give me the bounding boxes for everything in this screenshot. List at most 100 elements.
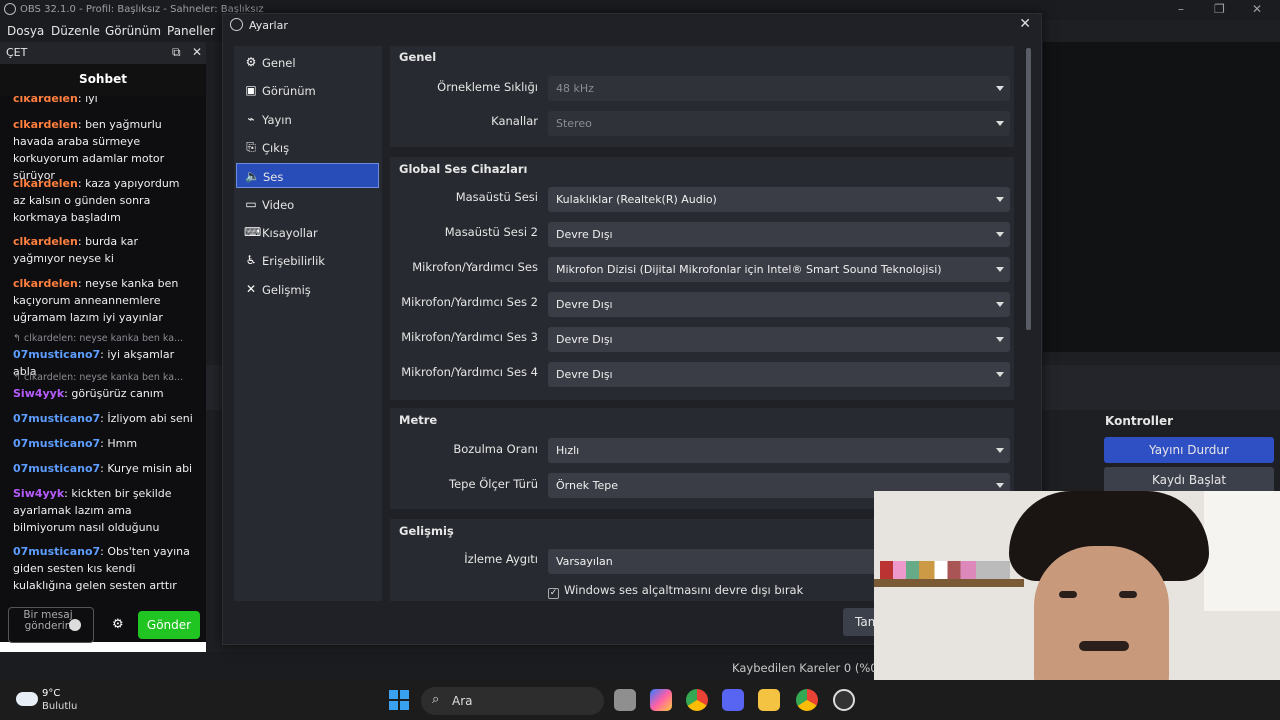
obs-taskbar-icon[interactable]: [833, 689, 855, 711]
chrome-icon[interactable]: [686, 689, 708, 711]
chevron-down-icon: [996, 197, 1004, 202]
maximize-icon[interactable]: ❐: [1214, 2, 1225, 16]
discord-icon[interactable]: [722, 689, 744, 711]
gear-icon: ⚙: [245, 55, 257, 69]
taskbar: 9°C Bulutlu ⌕ Ara: [0, 680, 1280, 720]
windows-start-icon[interactable]: [389, 690, 409, 710]
float-icon[interactable]: ⧉: [172, 45, 181, 60]
nav-item-gelismis[interactable]: ✕ Gelişmiş: [236, 277, 379, 302]
chat-username[interactable]: 07musticano7: [13, 412, 100, 425]
chat-text: Hmm: [107, 437, 138, 450]
mic-aux-select[interactable]: Mikrofon Dizisi (Dijital Mikrofonlar içi…: [548, 257, 1010, 282]
chat-username[interactable]: Siw4yyk: [13, 487, 64, 500]
menu-gorunum[interactable]: Görünüm: [105, 24, 161, 38]
obs-menubar: Dosya Düzenle Görünüm Paneller: [0, 20, 230, 42]
mic-aux-2-select[interactable]: Devre Dışı: [548, 292, 1010, 317]
chat-dock-titlebar: ÇET ⧉ ✕: [0, 42, 206, 64]
stop-stream-button[interactable]: Yayını Durdur: [1104, 437, 1274, 463]
select-value: Varsayılan: [556, 555, 613, 568]
obs-logo-icon: [4, 3, 16, 15]
controls-dock: Kontroller Yayını Durdur Kaydı Başlat: [1100, 410, 1280, 493]
chat-message: clkardelen: burda kar yağmıyor neyse ki: [13, 235, 139, 265]
group-title: Metre: [399, 413, 438, 427]
ducking-checkbox[interactable]: ✓ Windows ses alçaltmasını devre dışı bır…: [548, 583, 803, 599]
select-value: Devre Dışı: [556, 333, 613, 346]
desktop-audio-select[interactable]: Kulaklıklar (Realtek(R) Audio): [548, 187, 1010, 212]
select-value: Kulaklıklar (Realtek(R) Audio): [556, 193, 717, 206]
nav-item-yayin[interactable]: ⌁ Yayın: [236, 107, 379, 132]
emoji-icon[interactable]: [69, 619, 81, 631]
chat-username[interactable]: clkardelen: [13, 177, 78, 190]
chat-username[interactable]: Siw4yyk: [13, 387, 64, 400]
chat-text: görüşürüz canım: [71, 387, 164, 400]
chat-username[interactable]: clkardelen: [13, 235, 78, 248]
chat-header: Sohbet: [0, 64, 206, 96]
monitor-icon: ▭: [245, 197, 257, 211]
dialog-close-icon[interactable]: ✕: [1019, 16, 1031, 32]
webcam-eye: [1119, 591, 1137, 598]
select-value: 48 kHz: [556, 82, 594, 95]
chat-username[interactable]: clkardelen: [13, 277, 78, 290]
accessibility-icon: ♿: [245, 253, 257, 267]
webcam-shelf: [874, 579, 1024, 587]
keyboard-icon: ⌨: [244, 225, 262, 239]
send-button[interactable]: Gönder: [138, 611, 200, 639]
menu-paneller[interactable]: Paneller: [167, 24, 215, 38]
webcam-books: [880, 561, 1010, 579]
chat-username[interactable]: 07musticano7: [13, 348, 100, 361]
nav-item-erisebilirlik[interactable]: ♿ Erişebilirlik: [236, 248, 379, 273]
chevron-down-icon: [996, 372, 1004, 377]
mic-aux-4-select[interactable]: Devre Dışı: [548, 362, 1010, 387]
chat-message: 07musticano7: Hmm: [13, 437, 138, 450]
chrome-icon[interactable]: [796, 689, 818, 711]
weather-desc[interactable]: Bulutlu: [42, 701, 77, 712]
chat-username[interactable]: clkardelen: [13, 96, 78, 105]
close-icon[interactable]: ✕: [192, 45, 202, 59]
nav-item-kisayollar[interactable]: ⌨ Kısayollar: [236, 220, 379, 245]
sample-rate-select[interactable]: 48 kHz: [548, 76, 1010, 101]
chat-settings-gear-icon[interactable]: ⚙: [112, 617, 124, 632]
obs-logo-icon: [230, 18, 243, 31]
taskbar-search[interactable]: ⌕ Ara: [421, 687, 604, 715]
checkbox-checked-icon: ✓: [548, 588, 559, 599]
mic-aux-3-select[interactable]: Devre Dışı: [548, 327, 1010, 352]
chat-username[interactable]: 07musticano7: [13, 462, 100, 475]
sample-rate-label: Örnekleme Sıklığı: [437, 80, 538, 94]
scrollbar[interactable]: [1026, 48, 1031, 330]
task-view-icon[interactable]: [614, 689, 636, 711]
decay-rate-select[interactable]: Hızlı: [548, 438, 1010, 463]
menu-duzenle[interactable]: Düzenle: [51, 24, 100, 38]
chat-message-input[interactable]: Bir mesaj gönderin: [8, 607, 94, 643]
select-value: Devre Dışı: [556, 368, 613, 381]
weather-temp[interactable]: 9°C: [42, 688, 60, 699]
start-record-button[interactable]: Kaydı Başlat: [1104, 467, 1274, 493]
nav-item-genel[interactable]: ⚙ Genel: [236, 50, 379, 75]
nav-label: Video: [262, 198, 295, 212]
select-value: Stereo: [556, 117, 592, 130]
nav-label: Ses: [263, 170, 284, 184]
minimize-icon[interactable]: –: [1178, 2, 1184, 16]
nav-item-video[interactable]: ▭ Video: [236, 192, 379, 217]
channels-select[interactable]: Stereo: [548, 111, 1010, 136]
chat-username[interactable]: clkardelen: [13, 118, 78, 131]
file-explorer-icon[interactable]: [758, 689, 780, 711]
chat-input-placeholder: Bir mesaj gönderin: [23, 609, 73, 632]
chat-username[interactable]: 07musticano7: [13, 545, 100, 558]
nav-label: Yayın: [262, 113, 292, 127]
menu-dosya[interactable]: Dosya: [7, 24, 44, 38]
nav-item-gorunum[interactable]: ▣ Görünüm: [236, 78, 379, 103]
desktop-audio-2-select[interactable]: Devre Dışı: [548, 222, 1010, 247]
controls-title: Kontroller: [1105, 414, 1174, 428]
group-global-audio: Global Ses Cihazları Masaüstü Sesi Kulak…: [390, 157, 1014, 400]
cloud-icon[interactable]: [16, 692, 38, 706]
nav-item-ses[interactable]: 🔈 Ses: [236, 163, 379, 188]
chat-dock: ÇET ⧉ ✕ Sohbet clkardelen: iyi clkardele…: [0, 42, 206, 652]
reply-preview[interactable]: ↰ clkardelen: neyse kanka ben ka...: [13, 333, 198, 344]
search-label: Ara: [452, 694, 473, 708]
copilot-icon[interactable]: [650, 689, 672, 711]
chat-username[interactable]: 07musticano7: [13, 437, 100, 450]
reply-preview[interactable]: ↰ clkardelen: neyse kanka ben ka...: [13, 372, 198, 383]
close-window-icon[interactable]: ✕: [1252, 2, 1262, 16]
nav-item-cikis[interactable]: ⎘ Çıkış: [236, 135, 379, 160]
decay-rate-label: Bozulma Oranı: [453, 442, 538, 456]
